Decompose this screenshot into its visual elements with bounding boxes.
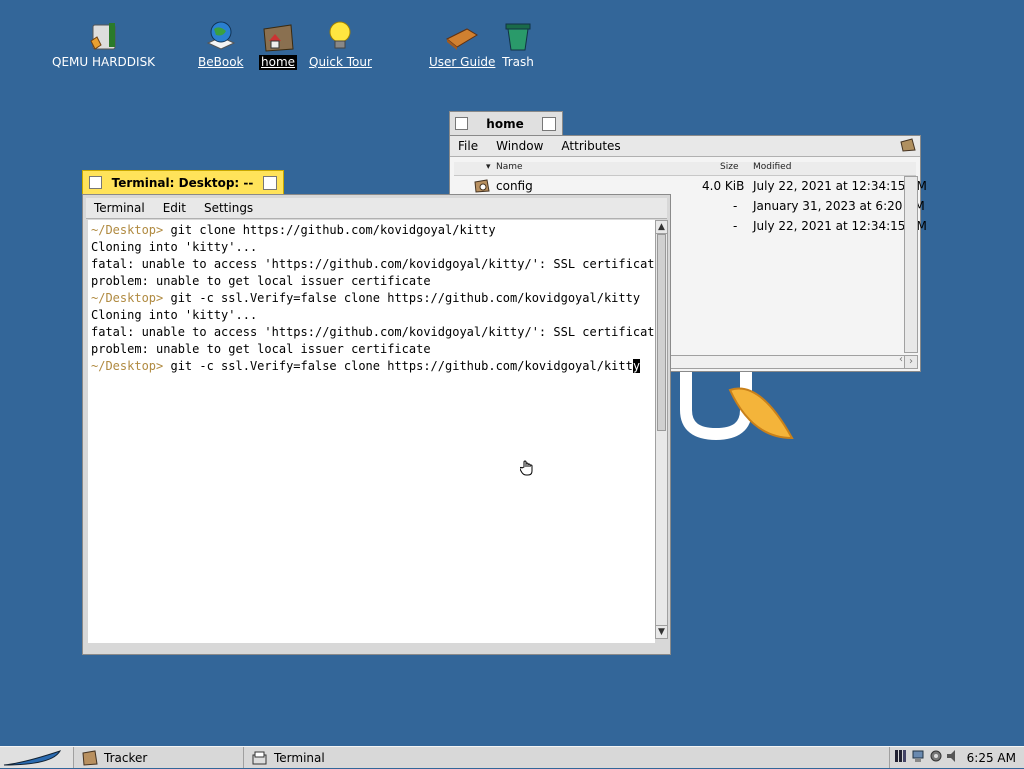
scroll-down-icon[interactable]: ▼ [656,625,667,638]
desktop-icon-bebook[interactable]: BeBook [196,18,245,70]
terminal-line: problem: unable to get local issuer cert… [91,273,652,290]
file-modified: July 22, 2021 at 12:34:15 PM [753,219,927,233]
desktop-icon-label: QEMU HARDDISK [52,55,156,69]
desktop-icon-harddisk[interactable]: QEMU HARDDISK [50,18,157,70]
bebook-icon [203,18,239,54]
zoom-box[interactable] [542,116,556,131]
terminal-output[interactable]: ~/Desktop> git clone https://github.com/… [88,220,655,643]
close-box[interactable] [89,176,102,189]
desktop-icon-label: Quick Tour [309,55,372,69]
desktop-icon-trash[interactable]: Trash [500,18,536,70]
hand-cursor-icon [519,458,540,481]
terminal-line: ~/Desktop> git clone https://github.com/… [91,222,652,239]
menu-window[interactable]: Window [488,139,553,153]
tracker-menubar: File Window Attributes [450,136,920,157]
terminal-line: Cloning into 'kitty'... [91,239,652,256]
terminal-window: Terminal Edit Settings ~/Desktop> git cl… [82,194,671,655]
terminal-line: Cloning into 'kitty'... [91,307,652,324]
cpu-monitor-icon[interactable] [895,749,909,766]
terminal-line: problem: unable to get local issuer cert… [91,341,652,358]
window-title: Terminal: Desktop: -- [111,175,254,190]
menu-settings[interactable]: Settings [196,201,263,215]
file-name: config [496,179,533,193]
sort-arrow-icon: ▾ [486,162,491,172]
desktop-icon-label: BeBook [198,55,244,69]
desktop-icon-home[interactable]: home [259,18,298,70]
zoom-box[interactable] [263,175,277,190]
terminal-line: fatal: unable to access 'https://github.… [91,256,655,273]
scroll-right-icon[interactable]: › [904,355,918,369]
output-text: Cloning into 'kitty'... [91,240,258,254]
file-size: - [733,219,738,233]
leaf-menu-button[interactable] [0,747,74,768]
terminal-line: fatal: unable to access 'https://github.… [91,324,655,341]
prompt: ~/Desktop> [91,291,164,305]
network-icon[interactable] [912,749,926,766]
deskbar-item-label: Terminal [274,750,325,765]
terminal-current-line: ~/Desktop> git -c ssl.Verify=false clone… [91,358,652,375]
output-text: Cloning into 'kitty'... [91,308,258,322]
desktop-icon-label: home [259,55,298,70]
harddisk-icon [86,18,122,54]
file-modified: January 31, 2023 at 6:20 AM [753,199,925,213]
output-text: fatal: unable to access 'https://github.… [91,257,655,271]
menu-edit[interactable]: Edit [155,201,196,215]
file-size: - [733,199,738,213]
file-row[interactable]: config 4.0 KiB July 22, 2021 at 12:34:15… [454,176,927,196]
deskbar-tray: 6:25 AM [889,747,1024,768]
menu-file[interactable]: File [450,139,488,153]
scroll-left-icon[interactable]: ‹ [899,354,903,365]
terminal-icon [252,750,268,766]
window-title: home [486,116,524,131]
deskbar-item-terminal[interactable]: Terminal [246,747,414,768]
scroll-up-icon[interactable]: ▲ [656,221,667,234]
prompt: ~/Desktop> [91,359,164,373]
desktop-icon-quicktour[interactable]: Quick Tour [307,18,374,70]
command-text: git clone https://github.com/kovidgoyal/… [163,223,496,237]
current-command: git -c ssl.Verify=false clone https://gi… [163,359,633,373]
leaf-logo-icon [3,749,62,765]
volume-icon[interactable] [946,749,960,766]
col-modified[interactable]: Modified [753,162,791,172]
terminal-window-tab[interactable]: Terminal: Desktop: -- [82,170,284,194]
vertical-scrollbar[interactable] [904,176,918,353]
desktop-icon-userguide[interactable]: User Guide [427,18,497,70]
clock[interactable]: 6:25 AM [967,751,1016,765]
prompt: ~/Desktop> [91,223,164,237]
close-box[interactable] [455,117,468,130]
tracker-window-tab[interactable]: home [449,111,563,135]
terminal-vertical-scrollbar[interactable]: ▲ ▼ [655,220,668,639]
tracker-icon [82,749,98,766]
lightbulb-icon [322,18,358,54]
column-header: ▾ Name Size Modified [454,162,916,176]
col-size[interactable]: Size [720,162,738,172]
text-cursor: y [632,359,641,373]
command-text: git -c ssl.Verify=false clone https://gi… [163,291,641,305]
deskbar: Tracker Terminal 6:25 AM [0,746,1024,768]
terminal-line: ~/Desktop> git -c ssl.Verify=false clone… [91,290,652,307]
col-name[interactable]: Name [496,162,523,172]
deskbar-item-label: Tracker [104,750,148,765]
horizontal-scrollbar[interactable]: ‹ [670,354,906,369]
file-modified: July 22, 2021 at 12:34:15 PM [753,179,927,193]
haiku-logo-fragment [660,360,810,453]
file-size: 4.0 KiB [702,179,745,193]
settings-icon[interactable] [929,749,943,766]
desktop-icon-label: Trash [502,55,534,69]
output-text: problem: unable to get local issuer cert… [91,342,431,356]
output-text: fatal: unable to access 'https://github.… [91,325,655,339]
tracker-menu-icon[interactable] [900,137,916,155]
desktop-icon-label: User Guide [429,55,496,69]
menu-terminal[interactable]: Terminal [86,201,155,215]
deskbar-item-tracker[interactable]: Tracker [76,747,244,768]
scroll-thumb[interactable] [657,234,666,431]
menu-attributes[interactable]: Attributes [553,139,630,153]
book-icon [444,18,480,54]
output-text: problem: unable to get local issuer cert… [91,274,431,288]
home-folder-icon [260,18,296,54]
terminal-menubar: Terminal Edit Settings [86,198,667,219]
trash-icon [500,18,536,54]
